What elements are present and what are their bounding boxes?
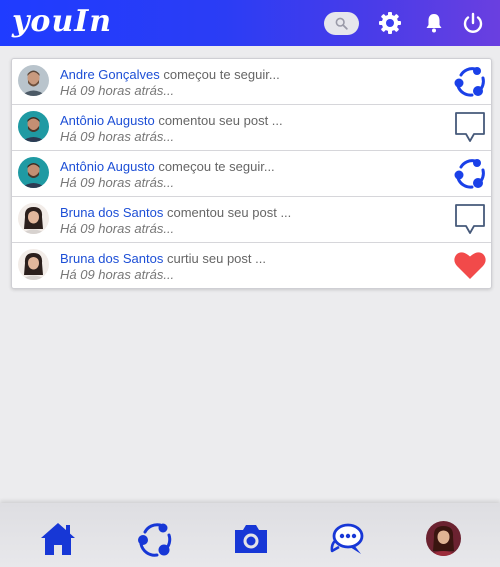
notification-row[interactable]: Antônio Augusto comentou seu post ... Há… [12,105,491,151]
power-icon[interactable] [461,11,485,35]
user-avatar[interactable] [18,203,49,234]
gear-icon[interactable] [378,11,402,35]
notification-row[interactable]: Andre Gonçalves começou te seguir... Há … [12,59,491,105]
user-name-link[interactable]: Bruna dos Santos [60,205,163,220]
home-icon[interactable] [39,520,77,558]
notification-row[interactable]: Bruna dos Santos curtiu seu post ... Há … [12,243,491,288]
search-icon [335,17,348,30]
user-avatar[interactable] [18,249,49,280]
search-button[interactable] [324,12,359,35]
comment-icon[interactable] [453,202,487,236]
app-logo[interactable]: youIn [12,4,112,39]
notifications-list: Andre Gonçalves começou te seguir... Há … [11,58,492,289]
notification-action: começou te seguir... [163,67,280,82]
notification-time: Há 09 horas atrás... [60,129,175,144]
notification-row[interactable]: Antônio Augusto começou te seguir... Há … [12,151,491,197]
chat-icon[interactable] [328,520,366,558]
connections-icon[interactable] [453,64,487,98]
notification-row[interactable]: Bruna dos Santos comentou seu post ... H… [12,197,491,243]
connections-icon[interactable] [453,156,487,190]
user-avatar[interactable] [18,65,49,96]
user-name-link[interactable]: Antônio Augusto [60,159,155,174]
notification-time: Há 09 horas atrás... [60,83,175,98]
notification-action: curtiu seu post ... [166,251,266,266]
comment-icon[interactable] [453,110,487,144]
profile-avatar[interactable] [426,521,461,556]
bell-icon[interactable] [422,11,446,35]
bottom-nav [0,503,500,567]
notification-text: Bruna dos Santos curtiu seu post ... [60,251,266,266]
notification-time: Há 09 horas atrás... [60,175,175,190]
user-avatar[interactable] [18,157,49,188]
user-name-link[interactable]: Andre Gonçalves [60,67,160,82]
notification-time: Há 09 horas atrás... [60,221,175,236]
notification-text: Antônio Augusto começou te seguir... [60,159,275,174]
notification-action: comentou seu post ... [166,205,292,220]
notification-text: Antônio Augusto comentou seu post ... [60,113,283,128]
notification-action: comentou seu post ... [158,113,283,128]
notification-text: Bruna dos Santos comentou seu post ... [60,205,291,220]
camera-icon[interactable] [232,520,270,558]
notification-text: Andre Gonçalves começou te seguir... [60,67,280,82]
user-name-link[interactable]: Antônio Augusto [60,113,155,128]
connections-icon[interactable] [136,520,174,558]
user-name-link[interactable]: Bruna dos Santos [60,251,163,266]
heart-icon[interactable] [453,248,487,282]
user-avatar[interactable] [18,111,49,142]
top-bar: youIn [0,0,500,46]
notification-action: começou te seguir... [158,159,275,174]
notification-time: Há 09 horas atrás... [60,267,175,282]
